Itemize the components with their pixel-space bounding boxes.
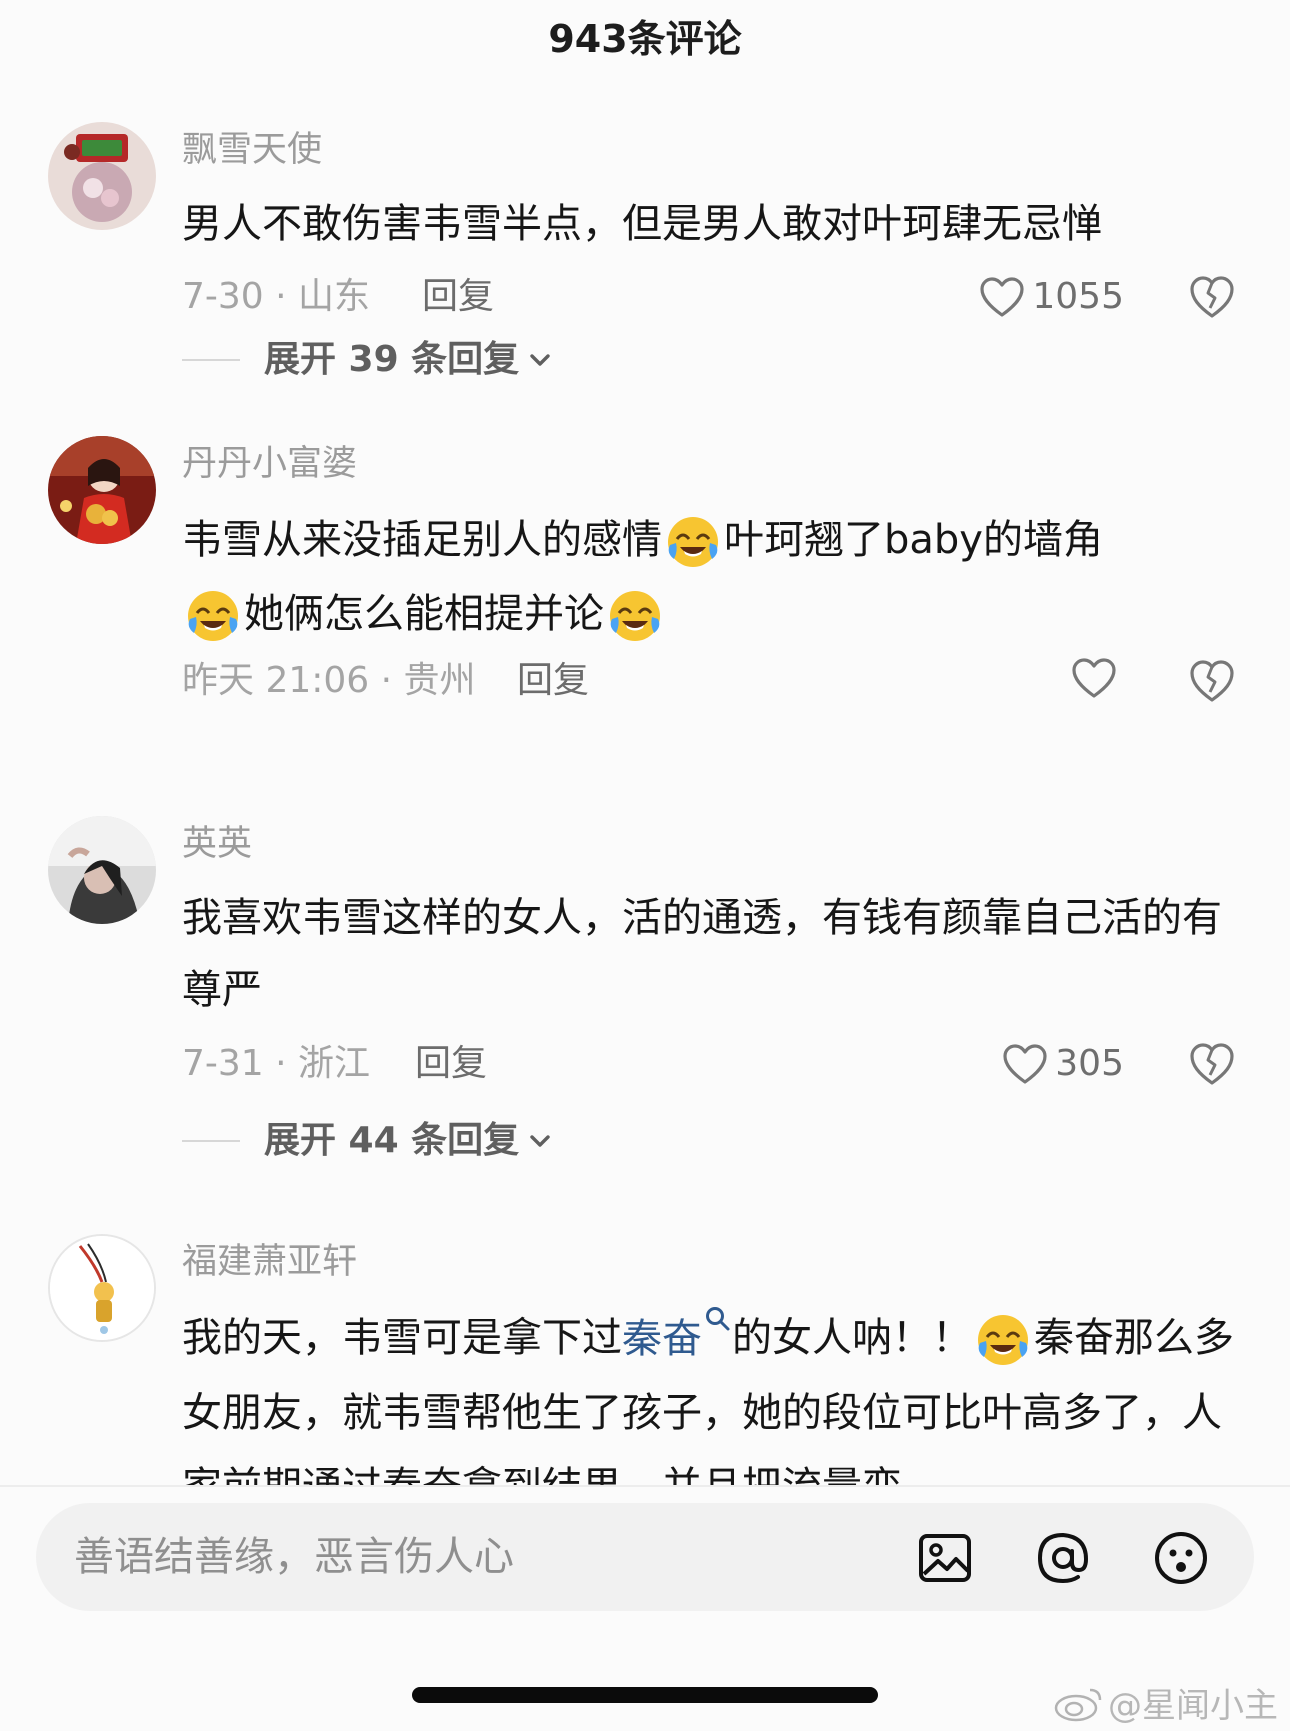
date-location: 昨天 21:06 · 贵州 bbox=[182, 660, 476, 701]
broken-heart-icon[interactable] bbox=[1188, 274, 1236, 320]
comment-text-part: 我的天，韦雪可是拿下过 bbox=[182, 1315, 622, 1361]
image-icon[interactable] bbox=[916, 1529, 974, 1587]
avatar[interactable] bbox=[48, 122, 156, 230]
expand-replies-button[interactable]: 展开 44 条回复 bbox=[182, 1116, 553, 1166]
reply-button[interactable]: 回复 bbox=[415, 1039, 487, 1089]
broken-heart-icon[interactable] bbox=[1188, 658, 1236, 704]
watermark-text: @星闻小主 bbox=[1108, 1686, 1278, 1726]
expand-label: 展开 39 条回复 bbox=[264, 339, 520, 380]
heart-icon bbox=[980, 277, 1024, 317]
link-text: 秦奋 bbox=[622, 1316, 702, 1362]
comment-text: 我喜欢韦雪这样的女人，活的通透，有钱有颜靠自己活的有尊严 bbox=[182, 895, 1222, 1013]
comment-input[interactable]: 善语结善缘，恶言伤人心 bbox=[74, 1503, 514, 1611]
comment-text-part: 的女人呐！！ bbox=[732, 1315, 972, 1361]
heart-icon bbox=[1003, 1044, 1047, 1084]
username[interactable]: 福建萧亚轩 bbox=[182, 1240, 357, 1284]
broken-heart-icon[interactable] bbox=[1188, 1041, 1236, 1087]
heart-icon bbox=[1072, 658, 1116, 698]
avatar[interactable] bbox=[48, 436, 156, 544]
expand-label: 展开 44 条回复 bbox=[264, 1120, 520, 1161]
date-location: 7-30 · 山东 bbox=[182, 276, 371, 317]
cry-laugh-emoji bbox=[974, 1309, 1032, 1367]
comment-text-part: 她俩怎么能相提并论 bbox=[244, 591, 604, 637]
comment-text: 男人不敢伤害韦雪半点，但是男人敢对叶珂肆无忌惮 bbox=[182, 201, 1102, 247]
comment-meta: 7-30 · 山东 回复 1055 bbox=[182, 272, 1242, 322]
like-button[interactable]: 1055 bbox=[978, 272, 1124, 322]
chevron-down-icon bbox=[530, 354, 550, 366]
like-button[interactable] bbox=[1070, 656, 1124, 700]
composer-divider bbox=[0, 1485, 1290, 1487]
comment-text: 韦雪从来没插足别人的感情 叶珂翘了baby的墙角她俩怎么能相提并论 bbox=[182, 502, 1252, 650]
weibo-logo-icon bbox=[1054, 1688, 1102, 1721]
emoji-icon[interactable] bbox=[1152, 1529, 1210, 1587]
avatar[interactable] bbox=[48, 1234, 156, 1342]
reply-button[interactable]: 回复 bbox=[517, 656, 589, 706]
search-link[interactable]: 秦奋 bbox=[622, 1307, 732, 1362]
expand-replies-button[interactable]: 展开 39 条回复 bbox=[182, 335, 553, 385]
comment-count-title: 943条评论 bbox=[548, 17, 742, 61]
comment-text-part: 韦雪从来没插足别人的感情 bbox=[182, 517, 662, 563]
cry-laugh-emoji bbox=[606, 585, 664, 643]
like-count: 1055 bbox=[1032, 276, 1124, 317]
search-icon bbox=[706, 1307, 730, 1331]
date-location: 7-31 · 浙江 bbox=[182, 1043, 371, 1084]
cry-laugh-emoji bbox=[184, 585, 242, 643]
comment-list[interactable]: 飘雪天使 男人不敢伤害韦雪半点，但是男人敢对叶珂肆无忌惮 7-30 · 山东 回… bbox=[0, 110, 1290, 1485]
expand-divider bbox=[182, 359, 240, 361]
chevron-down-icon bbox=[530, 1135, 550, 1147]
at-icon[interactable] bbox=[1034, 1529, 1092, 1587]
reply-button[interactable]: 回复 bbox=[422, 272, 494, 322]
comment-composer[interactable]: 善语结善缘，恶言伤人心 bbox=[36, 1503, 1254, 1611]
cry-laugh-emoji bbox=[664, 511, 722, 569]
home-indicator[interactable] bbox=[412, 1687, 878, 1703]
username[interactable]: 丹丹小富婆 bbox=[182, 442, 357, 486]
comment-meta: 昨天 21:06 · 贵州 回复 bbox=[182, 656, 1242, 706]
comment-text: 我的天，韦雪可是拿下过秦奋 的女人呐！！ 秦奋那么多女朋友，就韦雪帮他生了孩子，她的… bbox=[182, 1300, 1252, 1485]
like-button[interactable]: 305 bbox=[1001, 1039, 1124, 1089]
expand-divider bbox=[182, 1140, 240, 1142]
username[interactable]: 飘雪天使 bbox=[182, 128, 322, 172]
comment-meta: 7-31 · 浙江 回复 305 bbox=[182, 1039, 1242, 1089]
comments-header: 943条评论 bbox=[0, 0, 1290, 80]
watermark: @星闻小主 bbox=[1052, 1678, 1278, 1727]
comment-text-part: 叶珂翘了baby的墙角 bbox=[724, 517, 1103, 563]
like-count: 305 bbox=[1055, 1043, 1124, 1084]
username[interactable]: 英英 bbox=[182, 822, 252, 866]
avatar[interactable] bbox=[48, 816, 156, 924]
